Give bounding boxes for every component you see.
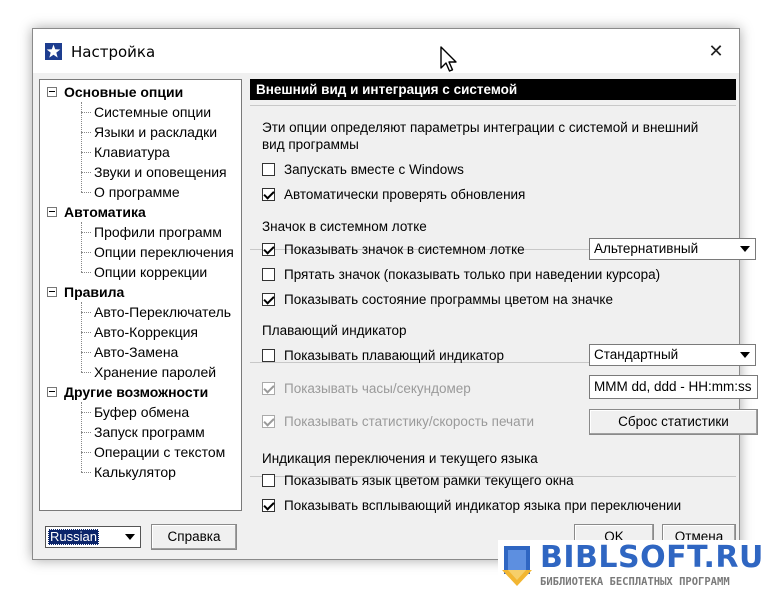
collapse-icon[interactable] [47,207,57,217]
divider [250,105,736,106]
start-with-windows-option[interactable]: Запускать вместе с Windows [262,160,464,180]
panel-header: Внешний вид и интеграция с системой [250,79,736,100]
close-button[interactable]: ✕ [693,29,739,73]
popup-indicator-checkbox[interactable] [262,499,275,512]
chevron-down-icon[interactable] [737,242,752,256]
options-tree[interactable]: Основные опции Системные опции Языки и р… [39,79,242,511]
frame-color-checkbox[interactable] [262,474,275,487]
settings-star-icon [45,43,62,60]
tree-group-other[interactable]: Другие возможности [40,382,241,402]
collapse-icon[interactable] [47,87,57,97]
chevron-down-icon[interactable] [737,348,752,362]
tree-item-languages[interactable]: Языки и раскладки [40,122,241,142]
show-state-checkbox[interactable] [262,293,275,306]
mouse-pointer-icon [440,46,457,72]
clock-format-input[interactable]: MMM dd, ddd - HH:mm:ss [589,375,758,399]
tree-item-clipboard[interactable]: Буфер обмена [40,402,241,422]
show-clock-checkbox[interactable] [262,382,275,395]
show-stats-option[interactable]: Показывать статистику/скорость печати [262,412,534,432]
help-button[interactable]: Справка [151,524,237,550]
auto-update-option[interactable]: Автоматически проверять обновления [262,185,525,205]
tray-icon-style-select[interactable]: Альтернативный [589,238,756,260]
collapse-icon[interactable] [47,387,57,397]
watermark-subtitle: БИБЛИОТЕКА БЕСПЛАТНЫХ ПРОГРАММ [540,576,730,588]
start-with-windows-checkbox[interactable] [262,163,275,176]
hide-tray-icon-checkbox[interactable] [262,268,275,281]
language-select[interactable]: Russian [45,526,141,548]
tree-item-system-options[interactable]: Системные опции [40,102,241,122]
popup-indicator-option[interactable]: Показывать всплывающий индикатор языка п… [262,496,681,516]
language-indication-group-title: Индикация переключения и текущего языка [262,451,544,466]
show-stats-checkbox[interactable] [262,415,275,428]
hide-tray-icon-option[interactable]: Прятать значок (показывать только при на… [262,265,660,285]
tree-item-program-profiles[interactable]: Профили программ [40,222,241,242]
tree-item-auto-switcher[interactable]: Авто-Переключатель [40,302,241,322]
tree-item-about[interactable]: О программе [40,182,241,202]
floating-group-title: Плавающий индикатор [262,323,413,338]
settings-window: Настройка ✕ Основные опции Системные опц… [32,28,758,560]
tree-item-correction-options[interactable]: Опции коррекции [40,262,241,282]
show-clock-option[interactable]: Показывать часы/секундомер [262,379,471,399]
window-title: Настройка [71,43,156,61]
show-floating-indicator-option[interactable]: Показывать плавающий индикатор [262,346,504,366]
tree-item-sounds[interactable]: Звуки и оповещения [40,162,241,182]
close-icon: ✕ [708,40,724,61]
frame-color-option[interactable]: Показывать язык цветом рамки текущего ок… [262,471,574,491]
show-tray-icon-checkbox[interactable] [262,243,275,256]
watermark-title: BIBLSOFT.RU [540,540,764,575]
show-state-option[interactable]: Показывать состояние программы цветом на… [262,290,613,310]
chevron-down-icon[interactable] [122,529,138,545]
tree-item-text-operations[interactable]: Операции с текстом [40,442,241,462]
tree-item-auto-replace[interactable]: Авто-Замена [40,342,241,362]
floating-indicator-style-select[interactable]: Стандартный [589,344,756,366]
tree-item-run-programs[interactable]: Запуск программ [40,422,241,442]
show-floating-indicator-checkbox[interactable] [262,349,275,362]
title-bar: Настройка ✕ [33,29,739,73]
tree-item-calculator[interactable]: Калькулятор [40,462,241,482]
tree-item-switch-options[interactable]: Опции переключения [40,242,241,262]
download-logo-icon [502,546,532,586]
tray-group-title: Значок в системном лотке [262,219,433,234]
site-watermark: BIBLSOFT.RU БИБЛИОТЕКА БЕСПЛАТНЫХ ПРОГРА… [498,540,768,592]
reset-stats-button[interactable]: Сброс статистики [589,409,758,435]
collapse-icon[interactable] [47,287,57,297]
tree-group-rules[interactable]: Правила [40,282,241,302]
tree-item-auto-correction[interactable]: Авто-Коррекция [40,322,241,342]
tree-group-automation[interactable]: Автоматика [40,202,241,222]
auto-update-checkbox[interactable] [262,188,275,201]
tree-item-password-storage[interactable]: Хранение паролей [40,362,241,382]
show-tray-icon-option[interactable]: Показывать значок в системном лотке [262,240,525,260]
panel-description: Эти опции определяют параметры интеграци… [262,120,699,152]
tree-group-basic-options[interactable]: Основные опции [40,82,241,102]
tree-item-keyboard[interactable]: Клавиатура [40,142,241,162]
